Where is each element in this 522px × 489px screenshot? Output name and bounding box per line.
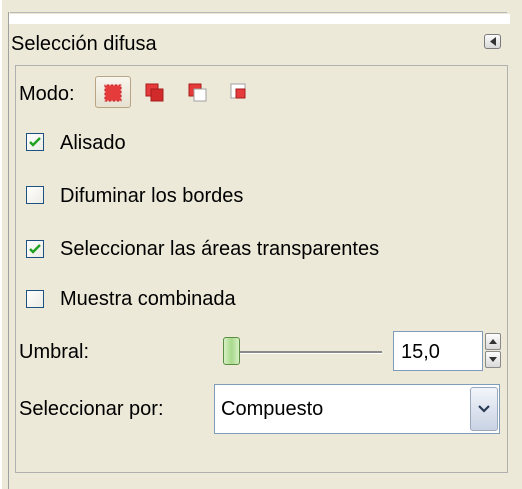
select-transparent-checkbox[interactable]	[26, 240, 44, 258]
panel-separator	[10, 12, 507, 13]
sample-merged-checkbox[interactable]	[26, 290, 44, 308]
panel-frame-right	[510, 12, 522, 489]
threshold-increment-button[interactable]	[485, 333, 501, 350]
panel-title: Selección difusa	[11, 33, 157, 55]
select-transparent-label: Seleccionar las áreas transparentes	[60, 238, 380, 260]
replace-selection-icon	[104, 84, 122, 102]
checkmark-icon	[29, 244, 41, 254]
intersect-selection-icon	[230, 83, 246, 99]
threshold-decrement-button[interactable]	[485, 351, 501, 368]
chevron-down-icon	[478, 405, 490, 413]
sample-merged-label: Muestra combinada	[60, 288, 236, 310]
antialiasing-label: Alisado	[60, 132, 126, 154]
subtract-selection-icon	[188, 83, 207, 102]
feather-edges-label: Difuminar los bordes	[60, 185, 244, 207]
select-by-value: Compuesto	[221, 398, 324, 420]
threshold-value: 15,0	[401, 341, 440, 363]
panel-menu-button[interactable]	[484, 34, 501, 49]
feather-edges-checkbox[interactable]	[26, 186, 44, 204]
antialiasing-checkbox[interactable]	[26, 133, 44, 151]
arrow-down-icon	[489, 357, 497, 362]
triangle-left-icon	[490, 37, 496, 46]
threshold-slider-handle[interactable]	[223, 337, 240, 365]
select-by-label: Seleccionar por:	[19, 398, 164, 420]
mode-intersect-button[interactable]	[222, 76, 258, 108]
select-by-dropdown-button[interactable]	[470, 387, 498, 431]
mode-add-button[interactable]	[137, 76, 173, 108]
arrow-up-icon	[489, 339, 497, 344]
threshold-label: Umbral:	[19, 341, 90, 363]
mode-label: Modo:	[19, 83, 75, 105]
add-selection-icon	[145, 83, 164, 102]
mode-replace-button[interactable]	[95, 76, 131, 108]
threshold-slider-track[interactable]	[230, 351, 382, 354]
mode-subtract-button[interactable]	[180, 76, 216, 108]
checkmark-icon	[29, 137, 41, 147]
